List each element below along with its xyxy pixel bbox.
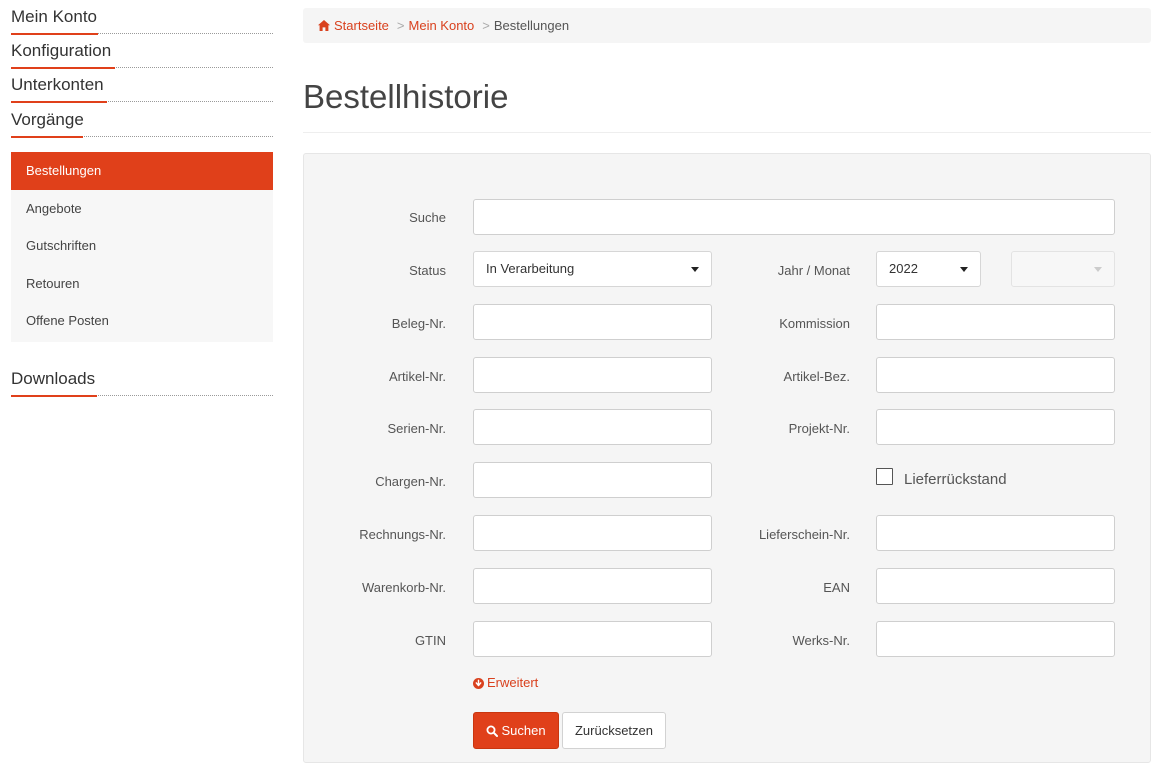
gtin-label: GTIN [414, 633, 446, 648]
werks-label: Werks-Nr. [792, 633, 850, 648]
lieferschein-input[interactable] [876, 515, 1115, 551]
lieferrueckstand-checkbox[interactable] [876, 468, 893, 485]
artikel-nr-input[interactable] [473, 357, 712, 393]
lieferschein-label: Lieferschein-Nr. [758, 527, 850, 542]
search-button[interactable]: Suchen [473, 712, 559, 749]
search-label: Suche [409, 210, 446, 225]
ean-input[interactable] [876, 568, 1115, 604]
breadcrumb: Startseite > Mein Konto > Bestellungen [303, 8, 1151, 43]
artikel-bez-input[interactable] [876, 357, 1115, 393]
caret-down-icon [1094, 267, 1102, 272]
ean-label: EAN [823, 580, 850, 595]
breadcrumb-current: Bestellungen [493, 18, 570, 33]
section-underline [11, 395, 97, 397]
home-icon[interactable] [318, 9, 330, 44]
sidebar-section-label[interactable]: Vorgänge [11, 110, 84, 130]
artikel-bez-label: Artikel-Bez. [783, 369, 850, 384]
reset-button[interactable]: Zurücksetzen [562, 712, 666, 749]
sidebar-item-angebote[interactable]: Angebote [11, 190, 273, 228]
caret-down-icon [960, 267, 968, 272]
artikel-nr-label: Artikel-Nr. [388, 369, 446, 384]
advanced-toggle-label: Erweitert [487, 675, 539, 690]
breadcrumb-account-link[interactable]: Mein Konto [409, 18, 475, 33]
search-button-label: Suchen [501, 723, 546, 738]
search-form-panel: Suche Status In Verarbeitung Jahr / Mona… [303, 153, 1151, 763]
chargen-label: Chargen-Nr. [375, 474, 446, 489]
serien-input[interactable] [473, 409, 712, 445]
breadcrumb-home-link[interactable]: Startseite [334, 18, 389, 33]
warenkorb-label: Warenkorb-Nr. [361, 580, 446, 595]
advanced-toggle[interactable]: Erweitert [473, 675, 538, 692]
sidebar-section-konfiguration[interactable]: Konfiguration [11, 34, 273, 69]
sidebar-item-bestellungen[interactable]: Bestellungen [11, 152, 273, 190]
search-icon [486, 715, 499, 750]
search-input[interactable] [473, 199, 1115, 235]
serien-label: Serien-Nr. [387, 421, 446, 436]
vorgaenge-subnav: Bestellungen Angebote Gutschriften Retou… [11, 152, 273, 342]
werks-input[interactable] [876, 621, 1115, 657]
sidebar-section-unterkonten[interactable]: Unterkonten [11, 68, 273, 103]
page-title: Bestellhistorie [303, 78, 509, 115]
circle-arrow-down-icon [473, 677, 484, 692]
status-label: Status [409, 263, 446, 278]
year-select-value: 2022 [889, 261, 918, 276]
beleg-input[interactable] [473, 304, 712, 340]
section-underline [11, 136, 83, 138]
sidebar-section-label[interactable]: Konfiguration [11, 41, 111, 61]
sidebar-section-label[interactable]: Downloads [11, 369, 95, 389]
sidebar-section-label[interactable]: Mein Konto [11, 7, 97, 27]
breadcrumb-separator: > [396, 18, 405, 33]
projekt-label: Projekt-Nr. [788, 421, 850, 436]
beleg-label: Beleg-Nr. [391, 316, 446, 331]
breadcrumb-separator: > [482, 18, 490, 33]
rechnung-label: Rechnungs-Nr. [359, 527, 446, 542]
sidebar-item-retouren[interactable]: Retouren [11, 265, 273, 303]
rechnung-input[interactable] [473, 515, 712, 551]
kommission-label: Kommission [779, 316, 850, 331]
sidebar-section-label[interactable]: Unterkonten [11, 75, 104, 95]
month-select[interactable] [1011, 251, 1115, 287]
chargen-input[interactable] [473, 462, 712, 498]
sidebar-section-mein-konto[interactable]: Mein Konto [11, 0, 273, 35]
gtin-input[interactable] [473, 621, 712, 657]
title-divider [303, 132, 1151, 133]
kommission-input[interactable] [876, 304, 1115, 340]
year-month-label: Jahr / Monat [777, 263, 850, 278]
projekt-input[interactable] [876, 409, 1115, 445]
status-select[interactable]: In Verarbeitung [473, 251, 712, 287]
warenkorb-input[interactable] [473, 568, 712, 604]
sidebar-item-offene-posten[interactable]: Offene Posten [11, 302, 273, 340]
sidebar-item-gutschriften[interactable]: Gutschriften [11, 227, 273, 265]
status-select-value: In Verarbeitung [486, 261, 575, 276]
lieferrueckstand-label[interactable]: Lieferrückstand [904, 471, 1007, 488]
caret-down-icon [691, 267, 699, 272]
sidebar-section-downloads[interactable]: Downloads [11, 362, 273, 397]
sidebar-section-vorgaenge[interactable]: Vorgänge [11, 103, 273, 138]
year-select[interactable]: 2022 [876, 251, 981, 287]
